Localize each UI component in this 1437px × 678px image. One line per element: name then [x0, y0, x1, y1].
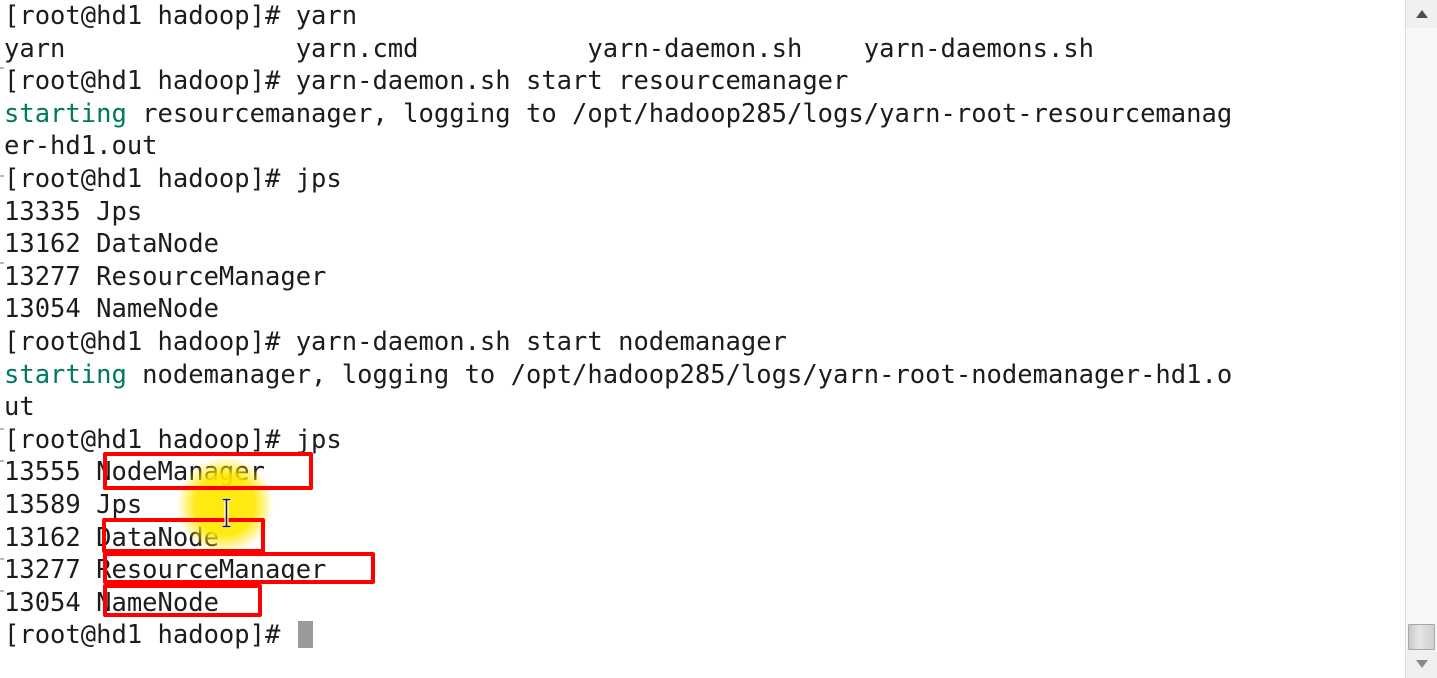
vertical-scrollbar[interactable]	[1405, 0, 1437, 678]
terminal-line: ut	[4, 392, 35, 423]
log-path-text: resourcemanager, logging to /opt/hadoop2…	[126, 98, 1233, 129]
log-path-text: nodemanager, logging to /opt/hadoop285/l…	[126, 359, 1233, 390]
triangle-down-icon	[1415, 660, 1428, 668]
starting-keyword: starting	[4, 98, 127, 129]
terminal-line: [root@hd1 hadoop]# yarn-daemon.sh start …	[4, 326, 787, 357]
terminal-line: 13162 DataNode	[4, 522, 219, 553]
terminal-line: [root@hd1 hadoop]# jps	[4, 424, 342, 455]
scroll-up-arrow-icon[interactable]	[1406, 0, 1437, 29]
terminal-output-area[interactable]: [root@hd1 hadoop]# yarn yarn yarn.cmd ya…	[0, 0, 1405, 678]
terminal-line: 13277 ResourceManager	[4, 261, 327, 292]
terminal-line: 13162 DataNode	[4, 229, 219, 260]
terminal-line: [root@hd1 hadoop]# yarn-daemon.sh start …	[4, 66, 849, 97]
terminal-line: 13555 NodeManager	[4, 457, 265, 488]
triangle-up-icon	[1415, 10, 1428, 18]
terminal-window: [root@hd1 hadoop]# yarn yarn yarn.cmd ya…	[0, 0, 1437, 678]
terminal-line: 13054 NameNode	[4, 294, 219, 325]
terminal-line: 13054 NameNode	[4, 587, 219, 618]
terminal-line: er-hd1.out	[4, 131, 158, 162]
scroll-down-arrow-icon[interactable]	[1406, 650, 1437, 678]
text-cursor-block	[297, 621, 313, 649]
scrollbar-thumb[interactable]	[1408, 624, 1435, 650]
starting-keyword: starting	[4, 359, 127, 390]
terminal-line-starting-resourcemanager: starting resourcemanager, logging to /op…	[0, 98, 1405, 131]
terminal-line: [root@hd1 hadoop]# jps	[4, 163, 342, 194]
scrollbar-track[interactable]	[1406, 28, 1437, 650]
terminal-line: 13277 ResourceManager	[4, 555, 327, 586]
terminal-line: yarn yarn.cmd yarn-daemon.sh yarn-daemon…	[4, 33, 1095, 64]
prompt-text: [root@hd1 hadoop]#	[4, 620, 296, 651]
terminal-prompt-line[interactable]: [root@hd1 hadoop]#	[0, 619, 1405, 652]
terminal-line: 13589 Jps	[4, 489, 143, 520]
terminal-line: [root@hd1 hadoop]# yarn	[4, 1, 358, 31]
terminal-line: 13335 Jps	[4, 196, 143, 227]
terminal-line-starting-nodemanager: starting nodemanager, logging to /opt/ha…	[0, 359, 1405, 392]
